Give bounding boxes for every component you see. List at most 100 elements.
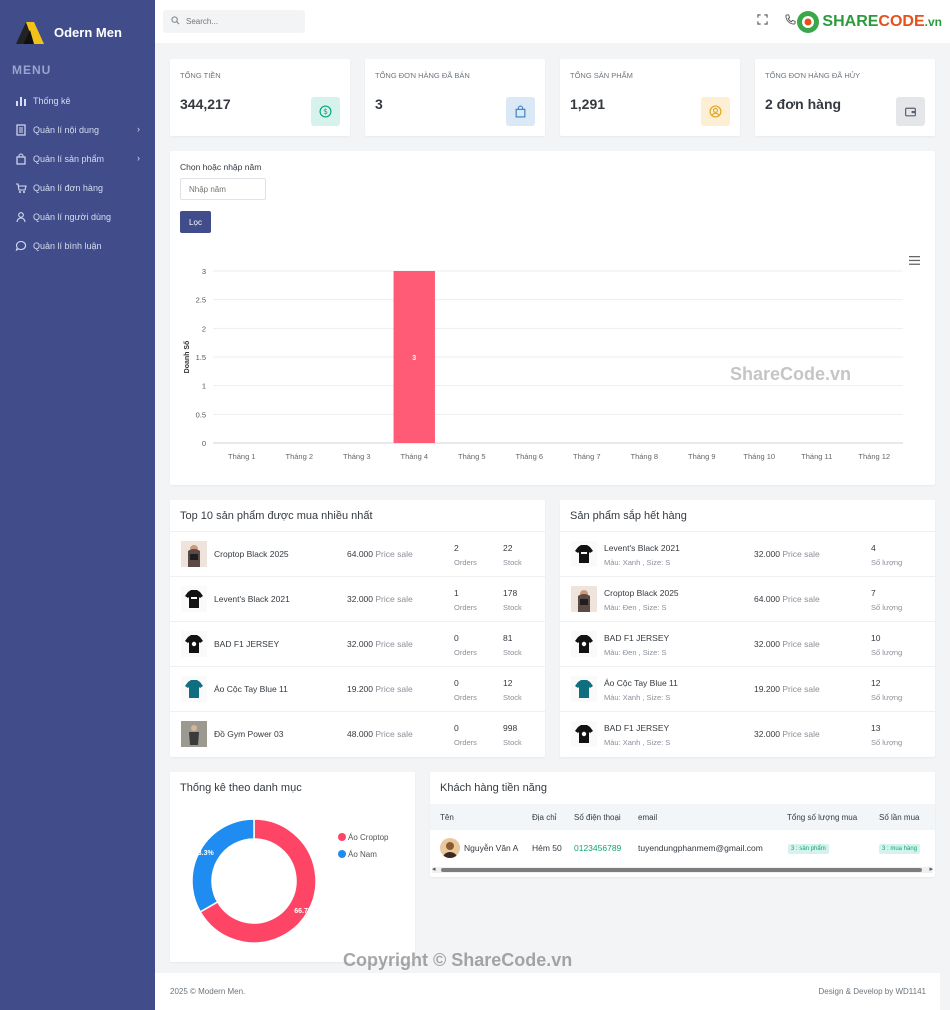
x-tick-label: Tháng 3 [343, 452, 371, 461]
customer-phone[interactable]: 0123456789 [574, 843, 621, 853]
sidebar-item-users[interactable]: Quản lí người dùng [0, 202, 155, 231]
sidebar-item-orders[interactable]: Quản lí đơn hàng [0, 173, 155, 202]
list-item[interactable]: Áo Cộc Tay Blue 11 19.200 Price sale 0 Orde… [170, 666, 545, 711]
col-header: Số điện thoại [574, 813, 621, 822]
chevron-right-icon: › [137, 124, 140, 134]
pie-slice-2[interactable] [191, 818, 255, 913]
sales-chart-card: Chọn hoặc nhập năm Lọc 00.511.522.53Doan… [170, 151, 935, 485]
list-item[interactable]: Levent's Black 2021 32.000 Price sale 1 Ord… [170, 576, 545, 621]
list-item[interactable]: Áo Cộc Tay Blue 11 Màu: Xanh , Size: S 19.… [560, 666, 935, 711]
sidebar-item-content[interactable]: Quản lí nội dung › [0, 115, 155, 144]
x-tick-label: Tháng 7 [573, 452, 601, 461]
stat-value: 3 [375, 96, 383, 112]
col-header: Tên [440, 813, 454, 822]
x-tick-label: Tháng 12 [858, 452, 890, 461]
top-products-card: Top 10 sản phẩm được mua nhiều nhất Crop… [170, 500, 545, 757]
quantity-label: Số lượng [871, 738, 903, 747]
price-label: Price sale [375, 594, 413, 604]
list-item[interactable]: BAD F1 JERSEY 32.000 Price sale 0 Orders 81 S… [170, 621, 545, 666]
horizontal-scrollbar[interactable]: ◂ ▸ [432, 865, 933, 873]
brand-logo[interactable]: Odern Men [14, 18, 122, 46]
list-item[interactable]: Levent's Black 2021 Màu: Xanh , Size: S 32… [560, 531, 935, 576]
legend-marker [338, 850, 346, 858]
product-price: 32.000 Price sale [347, 594, 413, 604]
x-tick-label: Tháng 5 [458, 452, 486, 461]
sidebar: Odern Men MENU Thống kê Quản lí nội dung… [0, 0, 155, 1010]
orders-count: 0 [454, 633, 459, 643]
stat-card-cancelled-orders: TỔNG ĐƠN HÀNG ĐÃ HỦY 2 đơn hàng [755, 59, 935, 136]
document-icon [15, 123, 27, 136]
price-value: 32.000 [347, 639, 373, 649]
list-item[interactable]: BAD F1 JERSEY Màu: Xanh , Size: S 32.000 P… [560, 711, 935, 756]
product-name: Croptop Black 2025 [604, 588, 679, 598]
menu-title: MENU [12, 63, 52, 77]
list-item[interactable]: Đồ Gym Power 03 48.000 Price sale 0 Orders 9… [170, 711, 545, 756]
x-tick-label: Tháng 6 [515, 452, 543, 461]
sidebar-item-products[interactable]: Quản lí sản phẩm › [0, 144, 155, 173]
price-value: 19.200 [754, 684, 780, 694]
y-tick-label: 2 [202, 324, 206, 333]
quantity-count: 10 [871, 633, 881, 643]
search-input[interactable] [186, 17, 296, 26]
stock-label: Stock [503, 648, 522, 657]
product-price: 32.000 Price sale [754, 549, 820, 559]
stock-label: Stock [503, 603, 522, 612]
user-circle-icon [701, 97, 730, 126]
stock-count: 178 [503, 588, 518, 598]
legend-label[interactable]: Áo Nam [348, 850, 377, 859]
price-label: Price sale [782, 729, 820, 739]
search-box[interactable] [163, 10, 305, 33]
product-thumbnail [571, 541, 597, 567]
scrollbar-thumb[interactable] [441, 868, 922, 872]
product-name: BAD F1 JERSEY [604, 633, 670, 643]
orders-label: Orders [454, 558, 477, 567]
legend-marker [338, 833, 346, 841]
product-name: BAD F1 JERSEY [214, 639, 280, 649]
sharecode-logo: SHARE CODE .vn [796, 10, 942, 34]
scroll-right-icon[interactable]: ▸ [929, 865, 933, 873]
quantity-label: Số lượng [871, 603, 903, 612]
wallet-icon [896, 97, 925, 126]
product-name: Levent's Black 2021 [214, 594, 290, 604]
quantity-count: 13 [871, 723, 881, 733]
product-price: 19.200 Price sale [754, 684, 820, 694]
legend-label[interactable]: Áo Croptop [348, 833, 389, 842]
customer-name: Nguyễn Văn A [464, 843, 519, 853]
list-item[interactable]: Croptop Black 2025 64.000 Price sale 2 Orde… [170, 531, 545, 576]
product-thumbnail [571, 676, 597, 702]
footer-copyright: 2025 © Modern Men. [170, 987, 246, 996]
product-price: 48.000 Price sale [347, 729, 413, 739]
sidebar-item-label: Quản lí sản phẩm [33, 153, 105, 164]
col-header: email [638, 813, 658, 822]
list-item[interactable]: BAD F1 JERSEY Màu: Đen , Size: S 32.000 Pr… [560, 621, 935, 666]
pie-data-label: 33.3% [194, 850, 215, 857]
low-stock-card: Sản phẩm sắp hết hàng Levent's Black 202… [560, 500, 935, 757]
y-tick-label: 2.5 [196, 296, 206, 305]
orders-count: 0 [454, 723, 459, 733]
list-item[interactable]: Croptop Black 2025 Màu: Đen , Size: S 64.0… [560, 576, 935, 621]
stock-label: Stock [503, 738, 522, 747]
watermark-bottom: Copyright © ShareCode.vn [343, 950, 573, 970]
watermark-center: ShareCode.vn [730, 364, 852, 384]
brand-name: Odern Men [54, 24, 122, 40]
category-chart-card: Thống kê theo danh mục 66.7% 33.3% Áo Crop… [170, 772, 415, 962]
topbar: SHARECODE.vn [155, 0, 950, 43]
top-products-title: Top 10 sản phẩm được mua nhiều nhất [180, 510, 373, 522]
price-value: 32.000 [347, 594, 373, 604]
price-value: 32.000 [754, 729, 780, 739]
scroll-left-icon[interactable]: ◂ [432, 865, 436, 873]
stat-value: 1,291 [570, 96, 606, 112]
quantity-count: 4 [871, 543, 876, 553]
sidebar-item-statistics[interactable]: Thống kê [0, 86, 155, 115]
fullscreen-icon[interactable] [757, 14, 770, 27]
sidebar-item-comments[interactable]: Quản lí bình luận [0, 231, 155, 260]
orders-count: 2 [454, 543, 459, 553]
product-name: Áo Cộc Tay Blue 11 [604, 678, 678, 688]
product-price: 32.000 Price sale [754, 729, 820, 739]
col-header: Tổng số lượng mua [787, 813, 858, 822]
orders-label: Orders [454, 648, 477, 657]
product-variant: Màu: Xanh , Size: S [604, 558, 671, 567]
shopping-bag-icon [15, 153, 27, 165]
sidebar-nav: Thống kê Quản lí nội dung › Quản lí sản … [0, 86, 155, 260]
price-value: 64.000 [754, 594, 780, 604]
